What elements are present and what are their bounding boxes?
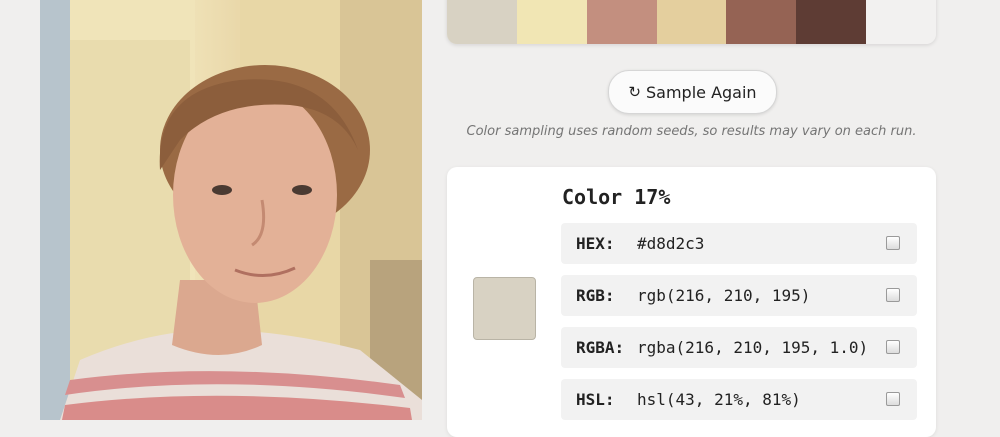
sample-again-label: Sample Again <box>646 82 757 102</box>
sampling-note: Color sampling uses random seeds, so res… <box>466 124 917 139</box>
rgb-label: RGB: <box>576 286 615 305</box>
rgb-value: rgb(216, 210, 195) <box>637 286 811 305</box>
palette-swatch[interactable] <box>866 0 936 44</box>
rgba-value: rgba(216, 210, 195, 1.0) <box>637 338 869 357</box>
palette-strip <box>447 0 936 44</box>
hex-label: HEX: <box>576 234 615 253</box>
palette-swatch[interactable] <box>796 0 867 44</box>
copy-rgba-icon[interactable] <box>886 340 900 354</box>
palette-swatch[interactable] <box>656 0 727 44</box>
palette-swatch[interactable] <box>726 0 797 44</box>
palette-swatch[interactable] <box>516 0 587 44</box>
copy-rgb-icon[interactable] <box>886 288 900 302</box>
palette-swatch[interactable] <box>447 0 517 44</box>
refresh-icon: ↻ <box>628 83 641 101</box>
hsl-row: HSL: hsl(43, 21%, 81%) <box>561 379 917 420</box>
hex-value: #d8d2c3 <box>637 234 705 253</box>
hsl-label: HSL: <box>576 390 615 409</box>
sample-again-button[interactable]: ↻ Sample Again <box>608 70 777 114</box>
palette-swatch[interactable] <box>586 0 657 44</box>
rgba-row: RGBA: rgba(216, 210, 195, 1.0) <box>561 327 917 368</box>
hex-row: HEX: #d8d2c3 <box>561 223 917 264</box>
rgb-row: RGB: rgb(216, 210, 195) <box>561 275 917 316</box>
color-card: Color 17% HEX: #d8d2c3 RGB: rgb(216, 210… <box>447 167 936 437</box>
hsl-value: hsl(43, 21%, 81%) <box>637 390 801 409</box>
portrait-photo <box>40 0 422 420</box>
copy-hsl-icon[interactable] <box>886 392 900 406</box>
color-title: Color 17% <box>562 185 671 209</box>
rgba-label: RGBA: <box>576 338 625 357</box>
copy-hex-icon[interactable] <box>886 236 900 250</box>
color-preview-swatch <box>473 277 536 340</box>
